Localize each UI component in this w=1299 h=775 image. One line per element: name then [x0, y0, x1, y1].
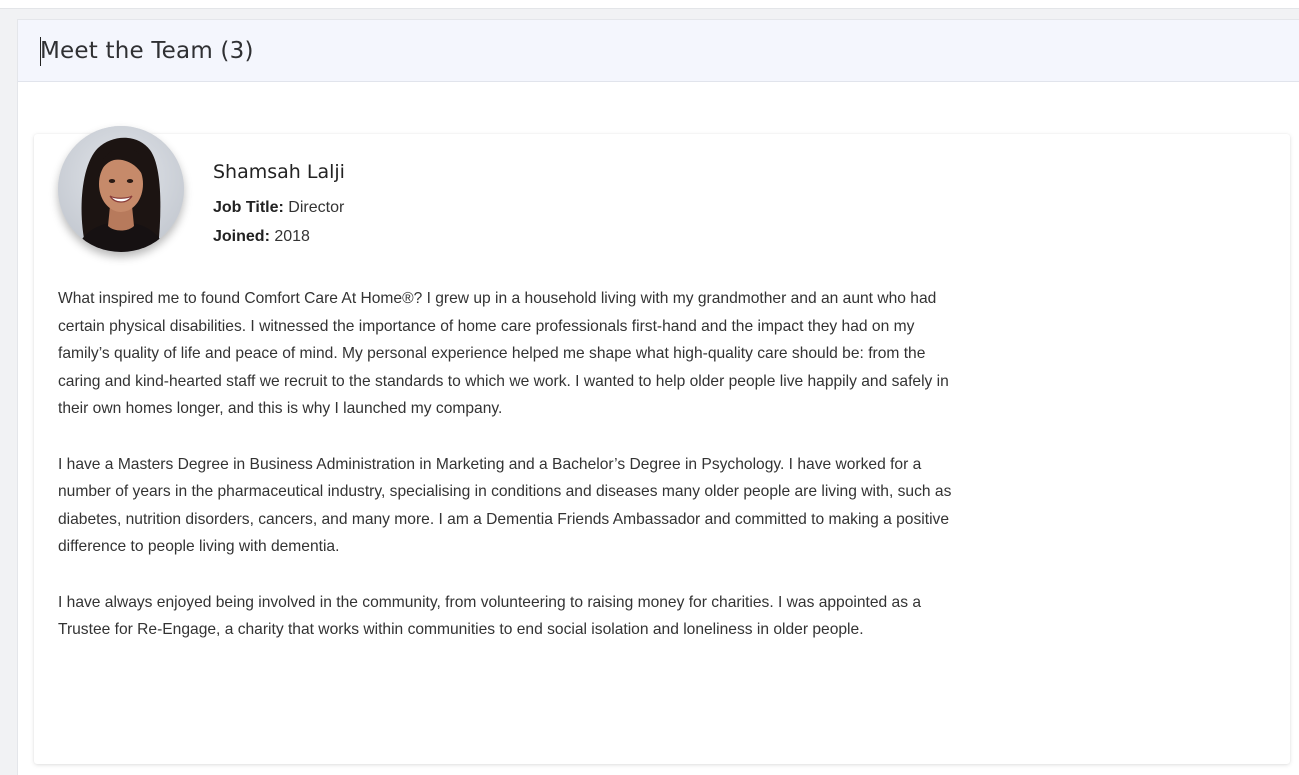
page-title: Meet the Team (3)	[40, 38, 254, 64]
job-title: Job Title: Director	[213, 198, 344, 218]
member-bio: What inspired me to found Comfort Care A…	[58, 285, 958, 644]
job-title-label: Job Title:	[213, 199, 284, 216]
job-title-value: Director	[288, 199, 345, 216]
top-bar	[0, 0, 1299, 9]
joined: Joined: 2018	[213, 227, 310, 247]
joined-value: 2018	[274, 228, 310, 245]
avatar-portrait	[58, 126, 184, 252]
member-name: Shamsah Lalji	[213, 161, 345, 183]
team-panel: Meet the Team (3) Shamsah Lalji Job Titl…	[17, 19, 1299, 775]
bio-paragraph-3: I have always enjoyed being involved in …	[58, 593, 922, 639]
avatar	[58, 126, 184, 252]
panel-header: Meet the Team (3)	[18, 20, 1299, 82]
team-member-card: Shamsah Lalji Job Title: Director Joined…	[34, 126, 1290, 764]
joined-label: Joined:	[213, 228, 270, 245]
bio-paragraph-1: What inspired me to found Comfort Care A…	[58, 290, 949, 418]
bio-paragraph-2: I have a Masters Degree in Business Admi…	[58, 455, 952, 556]
